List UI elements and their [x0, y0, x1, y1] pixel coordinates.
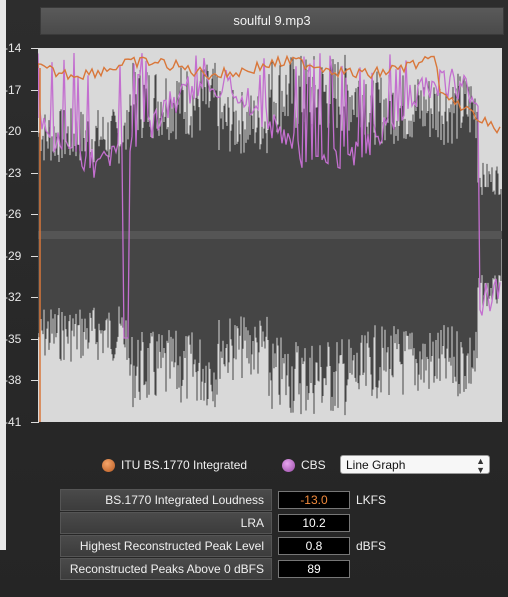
- graph-mode-select[interactable]: Line Graph ▲ ▼: [340, 455, 490, 475]
- integrated-color-icon: [102, 458, 115, 472]
- loudness-window: soulful 9.mp3 -14 -17 -20 -23 -26 -29 -32 -35 -3…: [0, 0, 508, 597]
- updown-chevron-icon: ▲ ▼: [476, 456, 485, 475]
- stat-value: 89: [278, 560, 350, 578]
- y-tick-label: -17: [4, 82, 22, 97]
- stat-row-peak-level: Highest Reconstructed Peak Level 0.8 dBF…: [60, 535, 400, 557]
- waveform-center-band: [38, 231, 502, 239]
- legend-cbs-label: CBS: [301, 458, 326, 472]
- cbs-color-icon: [282, 458, 295, 472]
- y-tick-label: -32: [4, 290, 22, 305]
- stat-label: BS.1770 Integrated Loudness: [105, 493, 264, 507]
- legend-integrated: ITU BS.1770 Integrated: [102, 455, 247, 475]
- y-tick-label: -38: [4, 373, 22, 388]
- y-tick-mark: [31, 422, 39, 423]
- stat-value: 0.8: [278, 537, 350, 555]
- y-tick-label: -26: [4, 207, 22, 222]
- y-tick-label: -41: [4, 415, 22, 429]
- loudness-plot[interactable]: [38, 48, 502, 422]
- stat-unit: dBFS: [356, 539, 387, 553]
- stat-row-lra: LRA 10.2: [60, 512, 400, 534]
- stat-value: -13.0: [278, 491, 350, 509]
- stat-row-integrated-loudness: BS.1770 Integrated Loudness -13.0 LKFS: [60, 489, 400, 511]
- stat-value: 10.2: [278, 514, 350, 532]
- stats-panel: BS.1770 Integrated Loudness -13.0 LKFS L…: [60, 489, 400, 581]
- loudness-graph-svg: [38, 53, 502, 422]
- file-title: soulful 9.mp3: [40, 7, 504, 35]
- legend-cbs: CBS: [282, 455, 326, 475]
- y-tick-label: -14: [4, 41, 22, 55]
- graph-mode-value: Line Graph: [346, 458, 406, 472]
- y-tick-label: -23: [4, 165, 22, 180]
- stat-unit: LKFS: [356, 493, 387, 507]
- y-tick-label: -35: [4, 331, 22, 346]
- stat-row-peaks-above: Reconstructed Peaks Above 0 dBFS 89: [60, 558, 400, 580]
- stat-label: Reconstructed Peaks Above 0 dBFS: [69, 562, 264, 576]
- y-tick-label: -29: [4, 248, 22, 263]
- legend-integrated-label: ITU BS.1770 Integrated: [121, 458, 248, 472]
- stat-label: Highest Reconstructed Peak Level: [79, 539, 264, 553]
- y-tick-label: -20: [4, 124, 22, 139]
- stat-label: LRA: [240, 516, 264, 530]
